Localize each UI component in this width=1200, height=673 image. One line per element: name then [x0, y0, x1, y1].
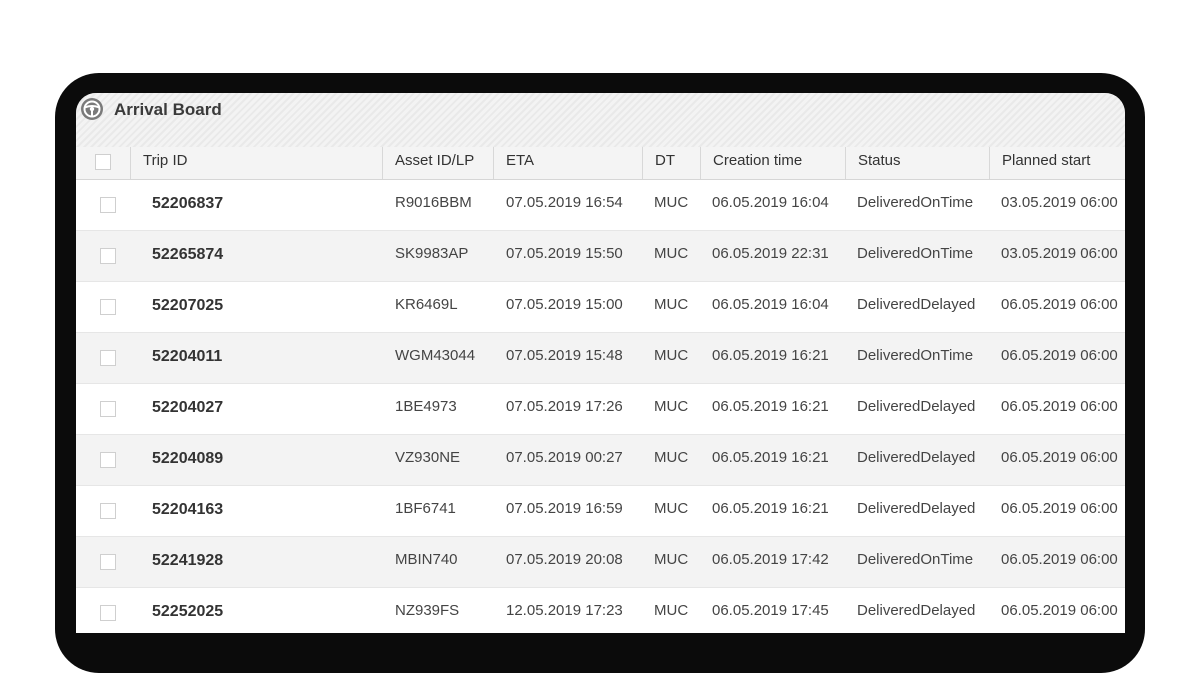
cell-planned-start: 06.05.2019 06:00	[1001, 602, 1118, 619]
cell-trip-id: 52241928	[152, 552, 224, 569]
column-planned-start[interactable]: Planned start	[989, 147, 1125, 179]
cell-creation-time: 06.05.2019 22:31	[712, 245, 829, 262]
table-row[interactable]: 52241928 MBIN740 07.05.2019 20:08 MUC 06.05.…	[76, 537, 1125, 588]
table-row[interactable]: 52204011 WGM43044 07.05.2019 15:48 MUC 06.05…	[76, 333, 1125, 384]
cell-eta: 07.05.2019 20:08	[506, 551, 623, 568]
cell-creation-time: 06.05.2019 16:21	[712, 398, 829, 415]
cell-dt: MUC	[654, 398, 689, 415]
table-row[interactable]: 52252025 NZ939FS 12.05.2019 17:23 MUC 06.05.…	[76, 588, 1125, 633]
table-row[interactable]: 52265874 SK9983AP 07.05.2019 15:50 MUC 06.05…	[76, 231, 1125, 282]
steering-wheel-icon	[81, 98, 103, 120]
cell-dt: MUC	[654, 449, 689, 466]
arrival-board-window: Arrival Board Trip ID Asset ID/LP ETA DT…	[76, 93, 1125, 633]
cell-status: DeliveredOnTime	[857, 551, 974, 568]
table-row[interactable]: 52204163 1BF6741 07.05.2019 16:59 MUC 06.05.…	[76, 486, 1125, 537]
cell-eta: 07.05.2019 00:27	[506, 449, 623, 466]
cell-trip-id: 52265874	[152, 246, 224, 263]
cell-eta: 07.05.2019 17:26	[506, 398, 623, 415]
cell-creation-time: 06.05.2019 16:21	[712, 500, 829, 517]
cell-status: DeliveredDelayed	[857, 449, 976, 466]
row-checkbox[interactable]	[100, 452, 116, 468]
cell-status: DeliveredDelayed	[857, 500, 976, 517]
column-creation-time[interactable]: Creation time	[700, 147, 845, 179]
cell-dt: MUC	[654, 296, 689, 313]
cell-planned-start: 03.05.2019 06:00	[1001, 194, 1118, 211]
cell-asset-id: R9016BBM	[395, 194, 472, 211]
cell-dt: MUC	[654, 500, 689, 517]
table-row[interactable]: 52207025 KR6469L 07.05.2019 15:00 MUC 06.05.…	[76, 282, 1125, 333]
table-row[interactable]: 52204027 1BE4973 07.05.2019 17:26 MUC 06.05.…	[76, 384, 1125, 435]
row-checkbox[interactable]	[100, 401, 116, 417]
cell-creation-time: 06.05.2019 16:04	[712, 194, 829, 211]
cell-trip-id: 52252025	[152, 603, 224, 620]
cell-asset-id: KR6469L	[395, 296, 458, 313]
cell-eta: 07.05.2019 15:50	[506, 245, 623, 262]
cell-creation-time: 06.05.2019 17:45	[712, 602, 829, 619]
arrival-table: Trip ID Asset ID/LP ETA DT Creation time…	[76, 147, 1125, 633]
row-checkbox[interactable]	[100, 503, 116, 519]
column-asset-id[interactable]: Asset ID/LP	[382, 147, 493, 179]
cell-asset-id: NZ939FS	[395, 602, 460, 619]
cell-asset-id: WGM43044	[395, 347, 476, 364]
cell-planned-start: 06.05.2019 06:00	[1001, 296, 1118, 313]
table-body: 52206837 R9016BBM 07.05.2019 16:54 MUC 06.05…	[76, 180, 1125, 633]
table-row[interactable]: 52204089 VZ930NE 07.05.2019 00:27 MUC 06.05.…	[76, 435, 1125, 486]
cell-asset-id: 1BF6741	[395, 500, 456, 517]
cell-planned-start: 06.05.2019 06:00	[1001, 347, 1118, 364]
table-row[interactable]: 52206837 R9016BBM 07.05.2019 16:54 MUC 06.05…	[76, 180, 1125, 231]
cell-planned-start: 06.05.2019 06:00	[1001, 500, 1118, 517]
window-titlebar: Arrival Board	[76, 93, 1125, 147]
cell-trip-id: 52206837	[152, 195, 224, 212]
cell-planned-start: 03.05.2019 06:00	[1001, 245, 1118, 262]
cell-trip-id: 52204027	[152, 399, 224, 416]
cell-trip-id: 52204011	[152, 348, 223, 365]
cell-eta: 07.05.2019 15:00	[506, 296, 623, 313]
row-checkbox[interactable]	[100, 197, 116, 213]
cell-planned-start: 06.05.2019 06:00	[1001, 398, 1118, 415]
cell-planned-start: 06.05.2019 06:00	[1001, 551, 1118, 568]
cell-status: DeliveredOnTime	[857, 245, 974, 262]
cell-trip-id: 52204163	[152, 501, 224, 518]
cell-dt: MUC	[654, 194, 689, 211]
row-checkbox[interactable]	[100, 554, 116, 570]
cell-eta: 07.05.2019 16:54	[506, 194, 623, 211]
cell-planned-start: 06.05.2019 06:00	[1001, 449, 1118, 466]
table-header: Trip ID Asset ID/LP ETA DT Creation time…	[76, 147, 1125, 180]
cell-dt: MUC	[654, 602, 689, 619]
cell-asset-id: 1BE4973	[395, 398, 457, 415]
cell-asset-id: VZ930NE	[395, 449, 461, 466]
row-checkbox[interactable]	[100, 350, 116, 366]
window-title: Arrival Board	[114, 100, 222, 119]
cell-asset-id: MBIN740	[395, 551, 458, 568]
select-all-checkbox[interactable]	[95, 154, 111, 170]
column-trip-id[interactable]: Trip ID	[130, 147, 382, 179]
cell-creation-time: 06.05.2019 16:04	[712, 296, 829, 313]
column-eta[interactable]: ETA	[493, 147, 642, 179]
cell-dt: MUC	[654, 551, 689, 568]
row-checkbox[interactable]	[100, 605, 116, 621]
cell-eta: 12.05.2019 17:23	[506, 602, 623, 619]
column-status[interactable]: Status	[845, 147, 989, 179]
cell-status: DeliveredDelayed	[857, 602, 976, 619]
cell-asset-id: SK9983AP	[395, 245, 469, 262]
cell-dt: MUC	[654, 245, 689, 262]
header-select-cell	[76, 147, 130, 179]
cell-status: DeliveredOnTime	[857, 347, 974, 364]
cell-status: DeliveredDelayed	[857, 296, 976, 313]
cell-eta: 07.05.2019 16:59	[506, 500, 623, 517]
cell-creation-time: 06.05.2019 16:21	[712, 347, 829, 364]
row-checkbox[interactable]	[100, 299, 116, 315]
cell-status: DeliveredOnTime	[857, 194, 974, 211]
column-dt[interactable]: DT	[642, 147, 700, 179]
cell-eta: 07.05.2019 15:48	[506, 347, 623, 364]
row-checkbox[interactable]	[100, 248, 116, 264]
cell-status: DeliveredDelayed	[857, 398, 976, 415]
cell-creation-time: 06.05.2019 16:21	[712, 449, 829, 466]
cell-trip-id: 52204089	[152, 450, 224, 467]
cell-trip-id: 52207025	[152, 297, 224, 314]
cell-dt: MUC	[654, 347, 689, 364]
cell-creation-time: 06.05.2019 17:42	[712, 551, 829, 568]
